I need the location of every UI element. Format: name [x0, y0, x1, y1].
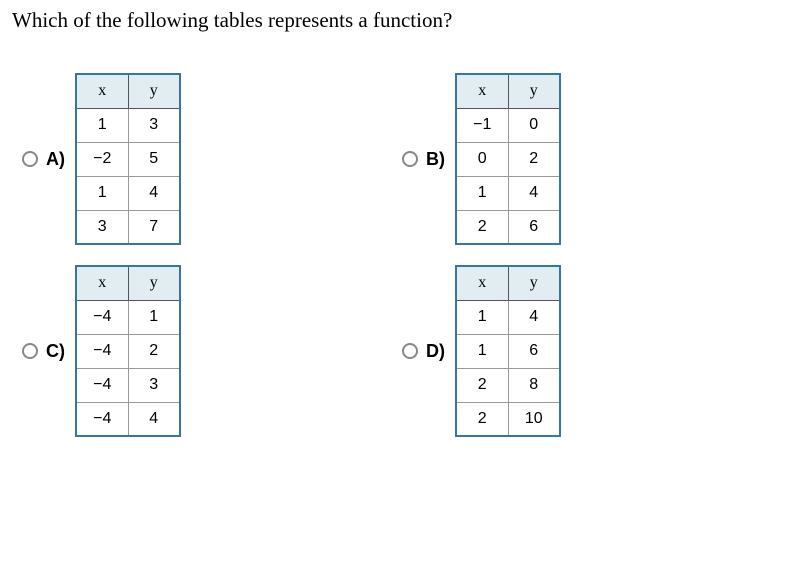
col-x: x	[456, 74, 508, 108]
option-c-label: C)	[46, 341, 65, 362]
option-c-radio-label[interactable]: C)	[22, 341, 65, 362]
col-y: y	[128, 74, 180, 108]
option-a[interactable]: A) x y 13 −25 14 37	[22, 73, 322, 245]
option-b[interactable]: B) x y −10 02 14 26	[402, 73, 702, 245]
option-a-label: A)	[46, 149, 65, 170]
option-b-radio-label[interactable]: B)	[402, 149, 445, 170]
option-d-radio-label[interactable]: D)	[402, 341, 445, 362]
options-grid: A) x y 13 −25 14 37 B) x y −10 02 14 26	[22, 73, 702, 437]
option-b-label: B)	[426, 149, 445, 170]
table-b: x y −10 02 14 26	[455, 73, 561, 245]
col-x: x	[76, 266, 128, 300]
table-row: −44	[76, 402, 180, 436]
table-row: −10	[456, 108, 560, 142]
table-row: 02	[456, 142, 560, 176]
col-y: y	[508, 266, 560, 300]
option-a-radio-label[interactable]: A)	[22, 149, 65, 170]
question-text: Which of the following tables represents…	[12, 8, 788, 33]
table-a: x y 13 −25 14 37	[75, 73, 181, 245]
radio-icon[interactable]	[22, 343, 38, 359]
table-d: x y 14 16 28 210	[455, 265, 561, 437]
table-row: −41	[76, 300, 180, 334]
table-row: −25	[76, 142, 180, 176]
col-x: x	[76, 74, 128, 108]
table-row: 37	[76, 210, 180, 244]
table-row: 14	[76, 176, 180, 210]
col-y: y	[128, 266, 180, 300]
table-row: 28	[456, 368, 560, 402]
radio-icon[interactable]	[22, 151, 38, 167]
table-row: −42	[76, 334, 180, 368]
option-c[interactable]: C) x y −41 −42 −43 −44	[22, 265, 322, 437]
table-row: 210	[456, 402, 560, 436]
table-c: x y −41 −42 −43 −44	[75, 265, 181, 437]
table-row: −43	[76, 368, 180, 402]
radio-icon[interactable]	[402, 151, 418, 167]
table-row: 13	[76, 108, 180, 142]
table-row: 14	[456, 300, 560, 334]
col-y: y	[508, 74, 560, 108]
col-x: x	[456, 266, 508, 300]
option-d[interactable]: D) x y 14 16 28 210	[402, 265, 702, 437]
table-row: 16	[456, 334, 560, 368]
table-row: 14	[456, 176, 560, 210]
table-row: 26	[456, 210, 560, 244]
option-d-label: D)	[426, 341, 445, 362]
radio-icon[interactable]	[402, 343, 418, 359]
